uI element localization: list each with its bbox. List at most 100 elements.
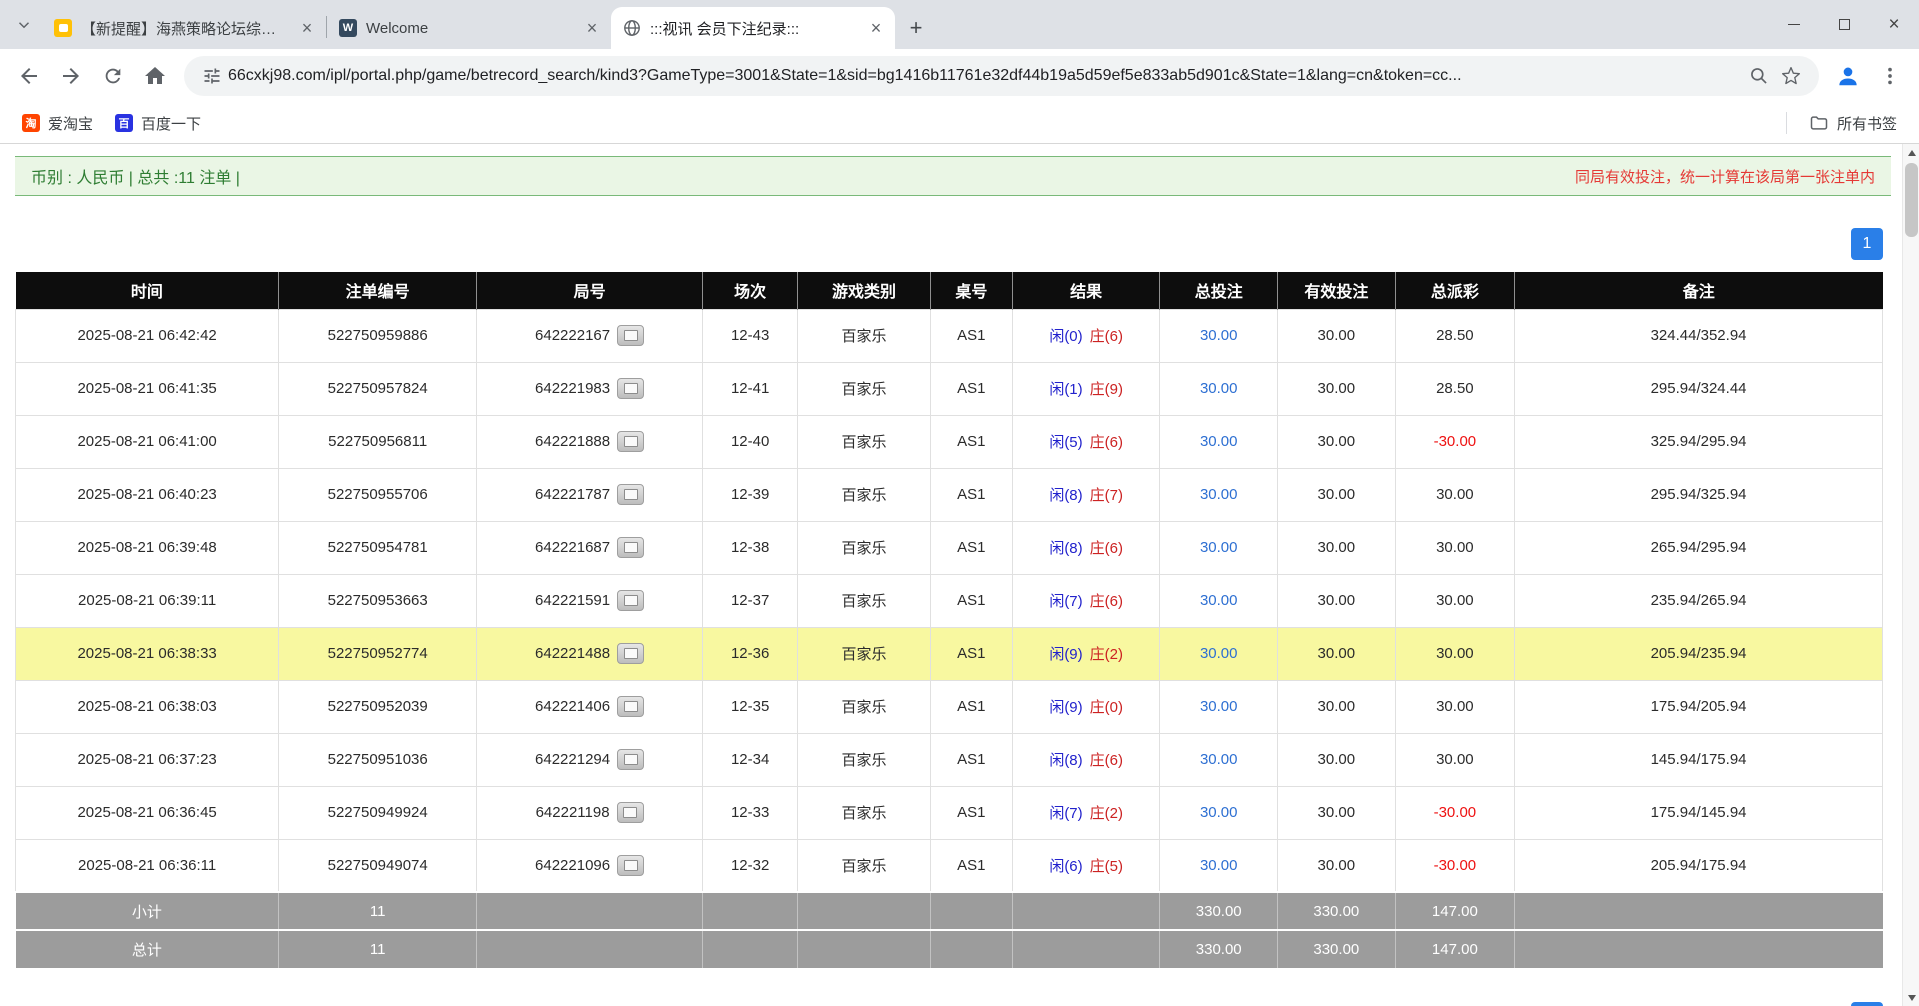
table-no-value: AS1 xyxy=(957,486,985,503)
cell-valid-bet: 30.00 xyxy=(1278,680,1396,733)
tab-search-chevron[interactable] xyxy=(6,0,42,49)
cell-game-type: 百家乐 xyxy=(798,309,931,362)
taobao-icon: 淘 xyxy=(22,114,40,132)
cell-valid-bet: 30.00 xyxy=(1278,574,1396,627)
cell-table-no: AS1 xyxy=(930,362,1012,415)
pagination-button[interactable]: 1 xyxy=(1851,228,1883,260)
game-type-value: 百家乐 xyxy=(842,752,887,769)
cell-result: 闲(5)庄(6) xyxy=(1012,415,1159,468)
cell-round-no: 642221888 xyxy=(477,415,703,468)
cell-time: 2025-08-21 06:38:33 xyxy=(16,627,279,680)
valid-bet-value: 30.00 xyxy=(1318,433,1356,450)
tab-welcome[interactable]: W Welcome × xyxy=(327,7,611,49)
all-bookmarks-button[interactable]: 所有书签 xyxy=(1801,108,1905,139)
cell-session: 12-41 xyxy=(703,362,798,415)
page-scrollbar[interactable] xyxy=(1902,144,1919,1006)
table-row: 2025-08-21 06:41:35 522750957824 6422219… xyxy=(16,362,1883,415)
time-value: 2025-08-21 06:37:23 xyxy=(77,751,216,768)
table-no-value: AS1 xyxy=(957,857,985,874)
valid-bet-value: 30.00 xyxy=(1318,539,1356,556)
payout-value: 30.00 xyxy=(1436,698,1474,715)
cell-total-bet: 30.00 xyxy=(1160,521,1278,574)
result-banker-value: 庄(2) xyxy=(1090,646,1123,663)
payout-value: -30.00 xyxy=(1434,804,1477,821)
scrollbar-down-arrow[interactable] xyxy=(1903,989,1919,1006)
tab-close-icon[interactable]: × xyxy=(581,17,603,39)
remark-value: 235.94/265.94 xyxy=(1651,592,1747,609)
cell-table-no: AS1 xyxy=(930,574,1012,627)
tab-close-icon[interactable]: × xyxy=(296,17,318,39)
remark-value: 205.94/235.94 xyxy=(1651,645,1747,662)
round-no-value: 642221096 xyxy=(535,857,610,874)
tab-close-icon[interactable]: × xyxy=(865,17,887,39)
round-no-value: 642221198 xyxy=(536,804,610,821)
menu-button[interactable] xyxy=(1871,57,1909,95)
cell-total-bet: 30.00 xyxy=(1160,786,1278,839)
cell-total-bet: 30.00 xyxy=(1160,574,1278,627)
scrollbar-thumb[interactable] xyxy=(1905,163,1918,237)
valid-bet-value: 30.00 xyxy=(1318,486,1356,503)
time-value: 2025-08-21 06:38:03 xyxy=(77,698,216,715)
round-detail-icon[interactable] xyxy=(617,643,644,664)
header-table-no: 桌号 xyxy=(930,272,1012,309)
table-no-value: AS1 xyxy=(957,592,985,609)
game-type-value: 百家乐 xyxy=(842,805,887,822)
bookmark-star-button[interactable] xyxy=(1775,60,1807,92)
address-bar[interactable]: 66cxkj98.com/ipl/portal.php/game/betreco… xyxy=(184,56,1819,96)
back-button[interactable] xyxy=(10,57,48,95)
tab-forum[interactable]: 【新提醒】海燕策略论坛综合交 × xyxy=(42,7,326,49)
valid-bet-value: 30.00 xyxy=(1318,380,1356,397)
chevron-down-icon xyxy=(15,16,33,34)
rule-notice: 同局有效投注，统一计算在该局第一张注单内 xyxy=(1575,166,1875,187)
maximize-icon xyxy=(1839,19,1850,30)
minimize-button[interactable] xyxy=(1769,0,1819,49)
round-detail-icon[interactable] xyxy=(617,696,644,717)
cell-result: 闲(1)庄(9) xyxy=(1012,362,1159,415)
round-detail-icon[interactable] xyxy=(617,537,644,558)
cell-table-no: AS1 xyxy=(930,627,1012,680)
cell-total-bet: 30.00 xyxy=(1160,362,1278,415)
pagination-top: 1 xyxy=(0,228,1902,260)
total-bet-value: 30.00 xyxy=(1200,857,1238,874)
bookmark-baidu[interactable]: 百 百度一下 xyxy=(107,108,209,139)
cell-game-type: 百家乐 xyxy=(798,786,931,839)
forward-button[interactable] xyxy=(52,57,90,95)
tab-title: Welcome xyxy=(366,20,572,37)
round-detail-icon[interactable] xyxy=(617,749,644,770)
subtotal-total-bet: 330.00 xyxy=(1160,892,1278,930)
round-detail-icon[interactable] xyxy=(617,484,644,505)
zoom-indicator-button[interactable] xyxy=(1743,60,1775,92)
bet-no-value: 522750953663 xyxy=(328,592,428,609)
tab-bet-record[interactable]: :::视讯 会员下注纪录::: × xyxy=(611,7,895,49)
round-detail-icon[interactable] xyxy=(617,325,644,346)
cell-time: 2025-08-21 06:39:11 xyxy=(16,574,279,627)
cell-bet-no: 522750955706 xyxy=(279,468,477,521)
cell-time: 2025-08-21 06:39:48 xyxy=(16,521,279,574)
pagination-bottom-button[interactable]: 1 xyxy=(1851,1002,1883,1006)
total-bet-value: 30.00 xyxy=(1200,804,1238,821)
profile-button[interactable] xyxy=(1829,57,1867,95)
cell-total-bet: 30.00 xyxy=(1160,839,1278,892)
round-detail-icon[interactable] xyxy=(617,431,644,452)
header-session: 场次 xyxy=(703,272,798,309)
bookmarks-separator xyxy=(1786,112,1787,134)
home-button[interactable] xyxy=(136,57,174,95)
bookmark-taobao[interactable]: 淘 爱淘宝 xyxy=(14,108,101,139)
round-detail-icon[interactable] xyxy=(617,802,644,823)
cell-total-bet: 30.00 xyxy=(1160,415,1278,468)
cell-result: 闲(0)庄(6) xyxy=(1012,309,1159,362)
round-detail-icon[interactable] xyxy=(617,855,644,876)
cell-time: 2025-08-21 06:37:23 xyxy=(16,733,279,786)
total-bet-value: 30.00 xyxy=(1200,433,1238,450)
refresh-button[interactable] xyxy=(94,57,132,95)
maximize-button[interactable] xyxy=(1819,0,1869,49)
round-detail-icon[interactable] xyxy=(617,590,644,611)
round-detail-icon[interactable] xyxy=(617,378,644,399)
session-value: 12-41 xyxy=(731,380,769,397)
cell-bet-no: 522750959886 xyxy=(279,309,477,362)
site-info-button[interactable] xyxy=(196,60,228,92)
cell-time: 2025-08-21 06:42:42 xyxy=(16,309,279,362)
close-button[interactable]: × xyxy=(1869,0,1919,49)
new-tab-button[interactable]: + xyxy=(901,13,931,43)
scrollbar-up-arrow[interactable] xyxy=(1903,144,1919,161)
